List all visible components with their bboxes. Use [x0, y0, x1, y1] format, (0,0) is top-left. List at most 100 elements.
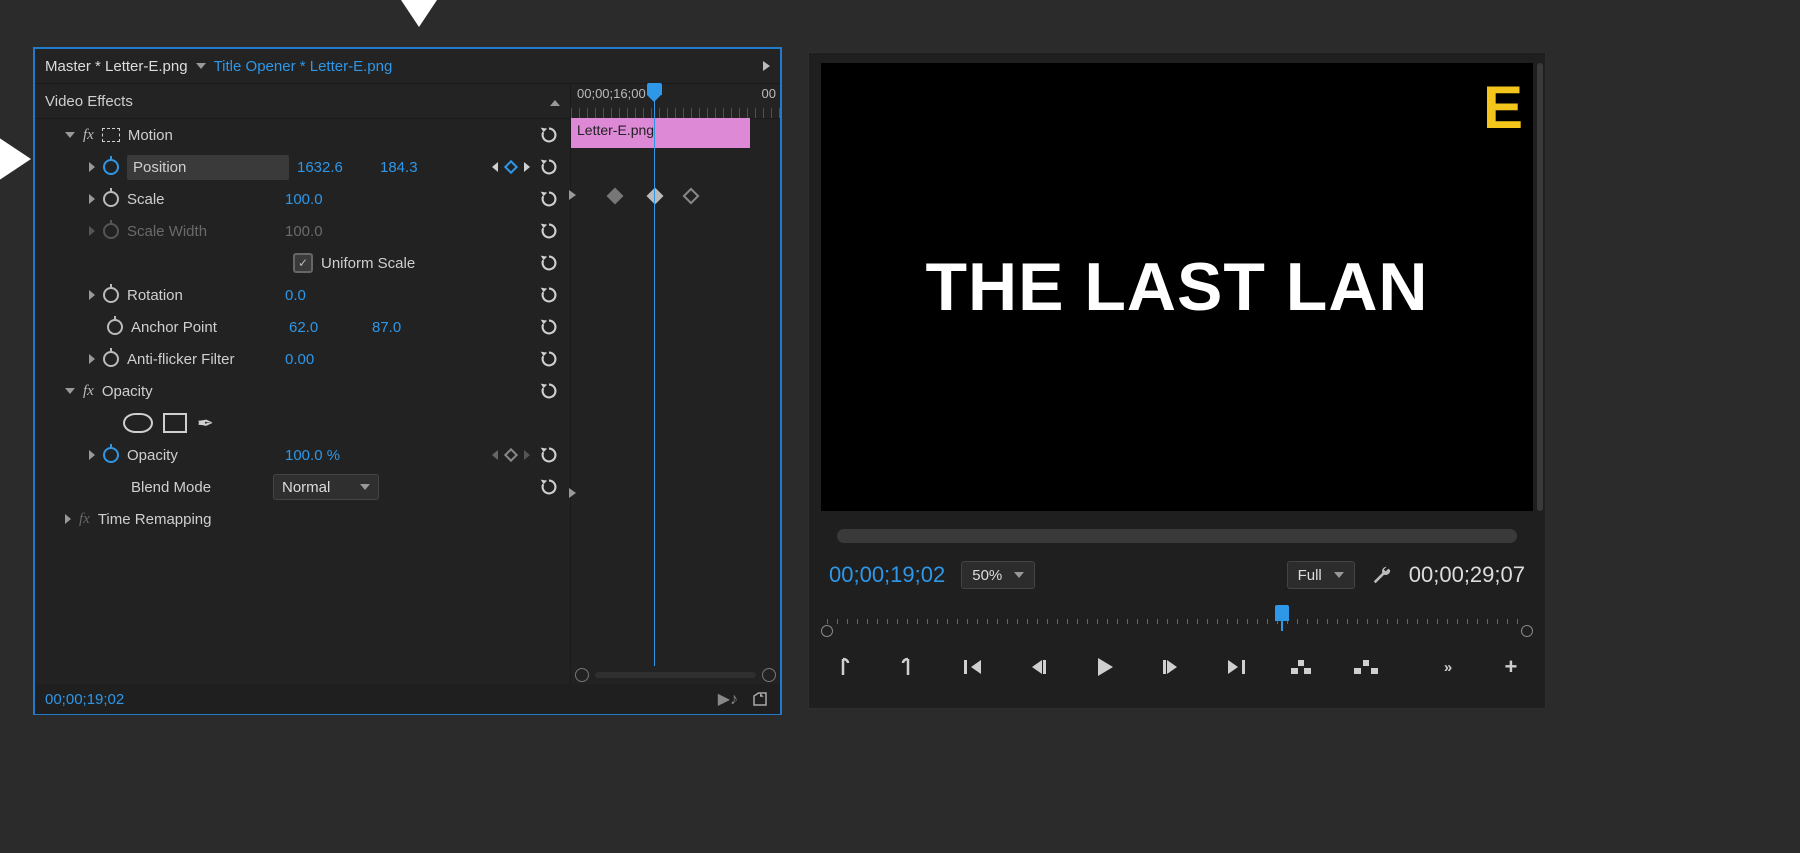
- rotation-value[interactable]: 0.0: [285, 287, 360, 304]
- anti-flicker-value[interactable]: 0.00: [285, 351, 360, 368]
- anchor-x-value[interactable]: 62.0: [289, 319, 364, 336]
- step-forward-button[interactable]: [1154, 653, 1186, 681]
- position-keyframe-lane[interactable]: [571, 182, 780, 214]
- blend-mode-select[interactable]: Normal: [273, 474, 379, 500]
- keyframe-marker[interactable]: [647, 188, 664, 205]
- stopwatch-icon[interactable]: [107, 319, 123, 335]
- reset-icon[interactable]: [538, 252, 560, 274]
- mark-out-button[interactable]: [892, 653, 924, 681]
- button-editor-more[interactable]: »: [1430, 653, 1462, 681]
- chevron-right-icon[interactable]: [89, 290, 95, 300]
- ruler-cap-left[interactable]: [821, 625, 833, 637]
- mark-in-button[interactable]: [827, 653, 859, 681]
- chevron-right-icon[interactable]: [89, 450, 95, 460]
- go-to-in-button[interactable]: [958, 653, 990, 681]
- preview-letter-e: E: [1483, 73, 1523, 142]
- prev-keyframe-icon[interactable]: [492, 450, 498, 460]
- collapse-up-icon[interactable]: [550, 93, 560, 110]
- opacity-value[interactable]: 100.0 %: [285, 447, 405, 464]
- fx-badge-icon[interactable]: fx: [83, 127, 94, 144]
- position-x-value[interactable]: 1632.6: [297, 159, 372, 176]
- motion-label: Motion: [128, 127, 173, 144]
- program-monitor-view[interactable]: THE LAST LAN E: [821, 63, 1533, 511]
- rectangle-mask-icon[interactable]: [163, 413, 187, 433]
- reset-icon[interactable]: [538, 188, 560, 210]
- stopwatch-icon[interactable]: [103, 287, 119, 303]
- reset-icon[interactable]: [538, 380, 560, 402]
- time-remapping-row[interactable]: fx Time Remapping: [35, 503, 570, 535]
- position-label[interactable]: Position: [127, 155, 289, 180]
- reset-icon[interactable]: [538, 348, 560, 370]
- master-clip-crumb[interactable]: Master * Letter-E.png: [45, 58, 188, 75]
- go-to-out-button[interactable]: [1219, 653, 1251, 681]
- prev-keyframe-icon[interactable]: [492, 162, 498, 172]
- step-back-button[interactable]: [1023, 653, 1055, 681]
- zoom-handle-left[interactable]: [575, 668, 589, 682]
- opacity-keyframe-lane[interactable]: [571, 480, 780, 512]
- fx-badge-icon[interactable]: fx: [83, 383, 94, 400]
- reset-icon[interactable]: [538, 220, 560, 242]
- mini-timeline-zoom[interactable]: [571, 666, 780, 684]
- current-timecode[interactable]: 00;00;19;02: [829, 562, 945, 588]
- mini-clip-bar[interactable]: Letter-E.png: [571, 118, 750, 148]
- lift-button[interactable]: [1285, 653, 1317, 681]
- fx-badge-icon[interactable]: fx: [79, 511, 90, 528]
- scale-value[interactable]: 100.0: [285, 191, 360, 208]
- chevron-down-icon[interactable]: [65, 132, 75, 138]
- play-button[interactable]: [1089, 653, 1121, 681]
- ruler-cap-right[interactable]: [1521, 625, 1533, 637]
- monitor-cache-bar: [837, 529, 1517, 543]
- transform-bounds-icon[interactable]: [102, 128, 120, 142]
- export-frame-icon[interactable]: [750, 690, 770, 708]
- reset-icon[interactable]: [538, 316, 560, 338]
- motion-effect-row[interactable]: fx Motion: [35, 119, 570, 151]
- ellipse-mask-icon[interactable]: [123, 413, 153, 433]
- zoom-select[interactable]: 50%: [961, 561, 1035, 589]
- add-keyframe-icon[interactable]: [504, 160, 518, 174]
- stopwatch-icon[interactable]: [103, 447, 119, 463]
- transport-controls: » +: [827, 645, 1527, 689]
- reset-icon[interactable]: [538, 156, 560, 178]
- reset-icon[interactable]: [538, 284, 560, 306]
- stopwatch-icon[interactable]: [103, 191, 119, 207]
- chevron-down-icon: [1014, 572, 1024, 578]
- mini-playhead[interactable]: [654, 84, 655, 666]
- chevron-right-icon[interactable]: [65, 514, 71, 524]
- monitor-time-ruler[interactable]: [827, 605, 1527, 635]
- stopwatch-icon[interactable]: [103, 159, 119, 175]
- video-effects-heading[interactable]: Video Effects: [35, 84, 570, 119]
- chevron-right-icon[interactable]: [89, 354, 95, 364]
- callout-pointer-top: [395, 0, 443, 27]
- opacity-effect-row[interactable]: fx Opacity: [35, 375, 570, 407]
- pen-mask-icon[interactable]: ✒: [197, 411, 214, 436]
- chevron-down-icon[interactable]: [65, 388, 75, 394]
- reset-icon[interactable]: [538, 444, 560, 466]
- play-only-icon[interactable]: [763, 58, 770, 75]
- chevron-down-icon[interactable]: [196, 63, 206, 69]
- uniform-scale-checkbox[interactable]: [293, 253, 313, 273]
- resolution-select[interactable]: Full: [1287, 561, 1355, 589]
- add-button[interactable]: +: [1495, 653, 1527, 681]
- add-keyframe-icon[interactable]: [504, 448, 518, 462]
- settings-wrench-icon[interactable]: [1371, 564, 1393, 586]
- monitor-scrollbar[interactable]: [1537, 63, 1543, 511]
- anchor-y-value[interactable]: 87.0: [372, 319, 447, 336]
- position-y-value[interactable]: 184.3: [380, 159, 455, 176]
- stopwatch-icon[interactable]: [103, 351, 119, 367]
- extract-button[interactable]: [1350, 653, 1382, 681]
- chevron-right-icon[interactable]: [89, 162, 95, 172]
- effect-controls-timeline[interactable]: 00;00;16;00 00 Letter-E.png: [570, 84, 780, 684]
- loop-playback-icon[interactable]: ▶♪: [718, 689, 738, 709]
- reset-icon[interactable]: [538, 124, 560, 146]
- keyframe-marker[interactable]: [683, 188, 700, 205]
- sequence-clip-crumb[interactable]: Title Opener * Letter-E.png: [214, 58, 393, 75]
- next-keyframe-icon[interactable]: [524, 450, 530, 460]
- reset-icon[interactable]: [538, 476, 560, 498]
- next-keyframe-icon[interactable]: [524, 162, 530, 172]
- chevron-right-icon[interactable]: [89, 194, 95, 204]
- footer-timecode[interactable]: 00;00;19;02: [45, 691, 124, 708]
- zoom-handle-right[interactable]: [762, 668, 776, 682]
- monitor-playhead[interactable]: [1275, 605, 1289, 621]
- mini-timeline-ruler[interactable]: 00;00;16;00 00: [571, 84, 780, 119]
- keyframe-marker[interactable]: [607, 188, 624, 205]
